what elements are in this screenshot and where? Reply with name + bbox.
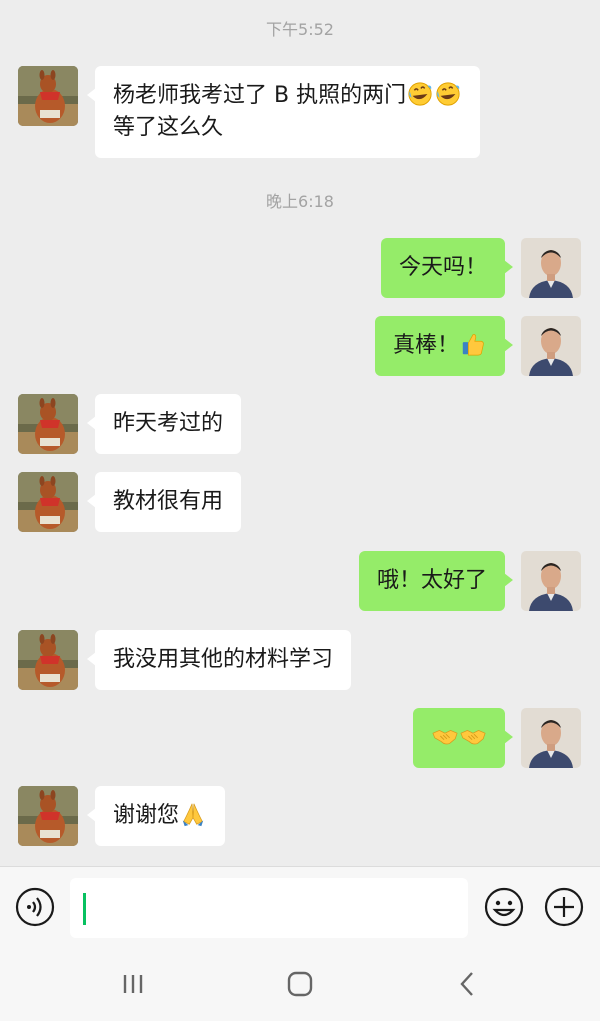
home-icon[interactable] <box>285 969 315 999</box>
handshake-icon <box>431 723 459 749</box>
message-text: 真棒！ <box>392 333 459 358</box>
folded-hands-icon <box>179 801 207 827</box>
voice-icon[interactable] <box>15 887 55 927</box>
message-bubble-incoming[interactable]: 昨天考过的 <box>86 394 242 454</box>
timestamp: 下午5:52 <box>266 20 334 39</box>
message-text: 教材很有用 <box>113 489 224 514</box>
rolling-on-floor-laughing-icon <box>434 81 462 107</box>
kangaroo-avatar[interactable] <box>18 472 78 532</box>
message-input[interactable] <box>70 878 468 938</box>
kangaroo-avatar[interactable] <box>18 630 78 690</box>
handshake-icon <box>459 723 487 749</box>
text-cursor <box>83 893 86 925</box>
message-bubble-incoming[interactable]: 教材很有用 <box>86 472 242 532</box>
system-nav-bar <box>0 947 600 1021</box>
thumbs-up-icon <box>459 331 487 357</box>
teacher-avatar[interactable] <box>521 551 581 611</box>
kangaroo-avatar[interactable] <box>18 394 78 454</box>
chat-area[interactable]: 下午5:52 杨老师我考过了 B 执照的两门 等了这么久 晚上6:18 今天吗！… <box>0 0 600 866</box>
message-line: 杨老师我考过了 B 执照的两门 <box>113 80 462 112</box>
message-bubble-outgoing[interactable]: 哦！太好了 <box>358 551 514 611</box>
message-text: 昨天考过的 <box>113 411 224 436</box>
teacher-avatar[interactable] <box>521 708 581 768</box>
message-line: 等了这么久 <box>113 115 224 140</box>
message-text: 谢谢您 <box>113 803 180 828</box>
plus-icon[interactable] <box>544 887 584 927</box>
message-bubble-outgoing[interactable] <box>413 708 513 768</box>
message-text: 今天吗！ <box>398 255 487 280</box>
kangaroo-avatar[interactable] <box>18 786 78 846</box>
message-bubble-incoming[interactable]: 谢谢您 <box>86 786 226 846</box>
input-bar <box>0 866 600 947</box>
kangaroo-avatar[interactable] <box>18 66 78 126</box>
rolling-on-floor-laughing-icon <box>406 81 434 107</box>
message-bubble-outgoing[interactable]: 真棒！ <box>374 316 514 376</box>
recent-apps-icon[interactable] <box>118 969 148 999</box>
message-text: 我没用其他的材料学习 <box>113 647 334 672</box>
message-bubble-outgoing[interactable]: 今天吗！ <box>380 238 514 298</box>
back-icon[interactable] <box>453 969 483 999</box>
teacher-avatar[interactable] <box>521 316 581 376</box>
timestamp: 晚上6:18 <box>266 192 334 211</box>
teacher-avatar[interactable] <box>521 238 581 298</box>
message-bubble-incoming[interactable]: 杨老师我考过了 B 执照的两门 等了这么久 <box>86 66 481 158</box>
message-bubble-incoming[interactable]: 我没用其他的材料学习 <box>86 630 352 690</box>
message-text: 哦！太好了 <box>376 568 487 593</box>
smiley-icon[interactable] <box>484 887 524 927</box>
